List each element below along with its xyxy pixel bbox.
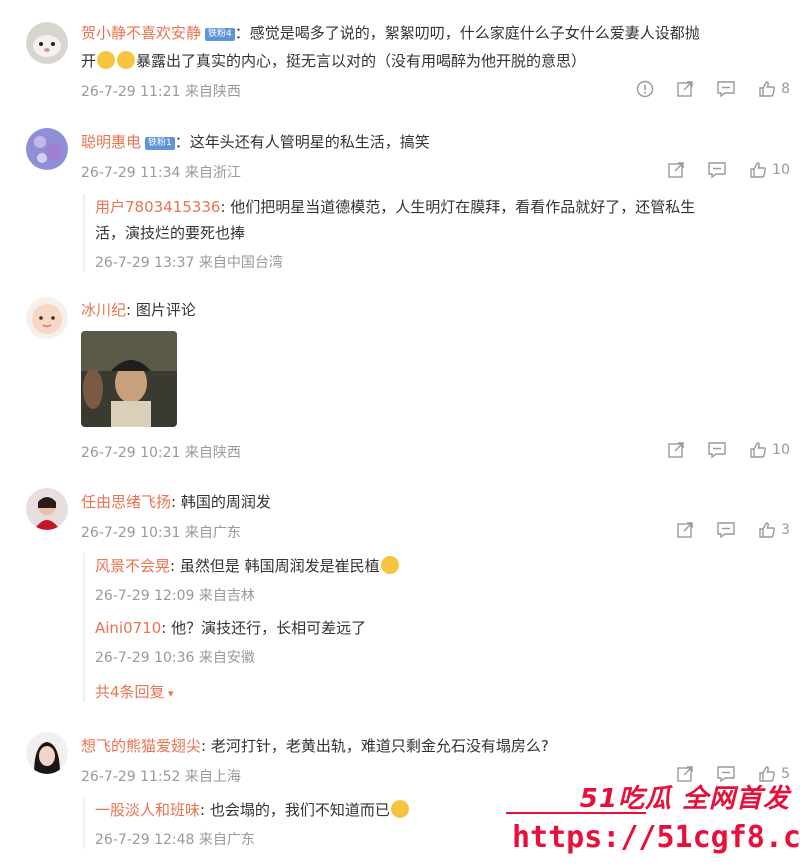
share-icon[interactable] xyxy=(676,80,694,98)
comment-icon[interactable] xyxy=(716,521,736,539)
comment-meta: 26-7-29 10:31 来自广东 xyxy=(81,525,241,541)
avatar[interactable] xyxy=(26,22,68,64)
username[interactable]: Aini0710 xyxy=(95,619,161,637)
username[interactable]: 用户7803415336 xyxy=(95,198,220,216)
comment-meta: 26-7-29 10:21 来自陕西 xyxy=(81,445,241,461)
like-button[interactable]: 3 xyxy=(758,521,790,539)
comment-meta: 26-7-29 11:21 来自陕西 xyxy=(81,84,241,100)
more-replies-link[interactable]: 共4条回复 ▾ xyxy=(95,681,795,702)
fan-badge: 铁粉1 xyxy=(145,137,175,150)
comment-text: 任由思绪飞扬: 韩国的周润发 xyxy=(81,493,271,511)
reply: 用户7803415336: 他们把明星当道德模范，人生明灯在膜拜，看看作品就好了… xyxy=(83,194,795,272)
laughing-emoji-icon xyxy=(380,556,399,574)
comment-text: 想飞的熊猫爱翅尖: 老河打针，老黄出轨，难道只剩金允石没有塌房么? xyxy=(81,737,549,755)
watermark-url: https://51cgf8.com xyxy=(512,820,800,855)
reply: 风景不会晃: 虽然但是 韩国周润发是崔民植 26-7-29 12:09 来自吉林… xyxy=(83,553,795,702)
chevron-down-icon: ▾ xyxy=(164,687,174,700)
share-icon[interactable] xyxy=(667,161,685,179)
comment-text: 聪明惠电 铁粉1 ：这年头还有人管明星的私生活，搞笑 xyxy=(81,133,430,151)
avatar[interactable] xyxy=(26,128,68,170)
reply-meta: 26-7-29 13:37 来自中国台湾 xyxy=(95,255,283,271)
reply-meta: 26-7-29 12:09 来自吉林 xyxy=(95,588,255,604)
comment-meta: 26-7-29 11:52 来自上海 xyxy=(81,769,241,785)
share-icon[interactable] xyxy=(676,521,694,539)
like-button[interactable]: 10 xyxy=(749,441,790,459)
username[interactable]: 一股淡人和班味 xyxy=(95,801,200,819)
comment-image[interactable] xyxy=(81,331,177,427)
like-button[interactable]: 8 xyxy=(758,80,790,98)
username[interactable]: 冰川纪 xyxy=(81,301,126,319)
emoji-icon xyxy=(117,51,136,69)
comment-meta: 26-7-29 11:34 来自浙江 xyxy=(81,165,241,181)
watermark-divider xyxy=(506,812,646,814)
username[interactable]: 贺小静不喜欢安静 xyxy=(81,24,201,42)
comment-text: 冰川纪: 图片评论 xyxy=(81,301,196,319)
share-icon[interactable] xyxy=(667,441,685,459)
comment-icon[interactable] xyxy=(707,441,727,459)
crying-emoji-icon xyxy=(390,800,409,818)
watermark-title: 51吃瓜 全网首发 xyxy=(579,784,790,814)
comment-icon[interactable] xyxy=(707,161,727,179)
comment-text-cont: 开暴露出了真实的内心，挺无言以对的（没有用喝醉为他开脱的意思） xyxy=(81,51,587,70)
like-button[interactable]: 10 xyxy=(749,161,790,179)
avatar[interactable] xyxy=(26,488,68,530)
fan-badge: 铁粉4 xyxy=(205,28,235,41)
report-icon[interactable] xyxy=(636,80,654,98)
comment-text: 贺小静不喜欢安静 铁粉4 ：感觉是喝多了说的，絮絮叨叨，什么家庭什么子女什么爱妻人设… xyxy=(81,24,700,42)
username[interactable]: 风景不会晃 xyxy=(95,557,170,575)
username[interactable]: 聪明惠电 xyxy=(81,133,141,151)
username[interactable]: 想飞的熊猫爱翅尖 xyxy=(81,737,201,755)
reply-meta: 26-7-29 10:36 来自安徽 xyxy=(95,650,255,666)
avatar[interactable] xyxy=(26,732,68,774)
emoji-icon xyxy=(97,51,116,69)
comment-icon[interactable] xyxy=(716,80,736,98)
avatar[interactable] xyxy=(26,297,68,339)
username[interactable]: 任由思绪飞扬 xyxy=(81,493,171,511)
